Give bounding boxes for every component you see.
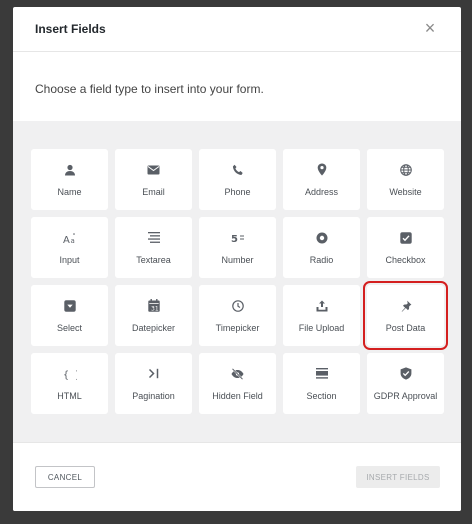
field-tile-name[interactable]: Name <box>31 149 108 210</box>
upload-icon <box>314 299 330 313</box>
text-size-icon: Aa <box>62 231 78 245</box>
field-tile-label: Post Data <box>385 322 426 333</box>
field-tile-label: HTML <box>57 390 82 401</box>
field-tile-label: Number <box>221 254 254 265</box>
pagination-icon <box>146 367 162 381</box>
section-icon <box>314 367 330 381</box>
modal-header: Insert Fields × <box>13 7 461 52</box>
shield-check-icon <box>398 367 414 381</box>
svg-text:{ }: { } <box>63 370 77 380</box>
radio-icon <box>314 231 330 245</box>
field-tile-timepicker[interactable]: Timepicker <box>199 285 276 346</box>
field-tile-pagination[interactable]: Pagination <box>115 353 192 414</box>
field-tile-label: Timepicker <box>215 322 260 333</box>
field-tile-label: Select <box>56 322 82 333</box>
field-tile-radio[interactable]: Radio <box>283 217 360 278</box>
insert-fields-modal: Insert Fields × Choose a field type to i… <box>13 7 461 511</box>
field-tile-select[interactable]: Select <box>31 285 108 346</box>
phone-icon <box>230 163 246 177</box>
field-tile-label: Pagination <box>132 390 175 401</box>
field-tile-label: Checkbox <box>385 254 426 265</box>
calendar-icon: 31 <box>146 299 162 313</box>
envelope-icon <box>146 163 162 177</box>
field-tile-email[interactable]: Email <box>115 149 192 210</box>
cancel-button[interactable]: CANCEL <box>35 466 95 488</box>
field-tile-datepicker[interactable]: 31 Datepicker <box>115 285 192 346</box>
eye-slash-icon <box>230 367 246 381</box>
close-icon: × <box>424 17 436 38</box>
svg-text:a: a <box>70 237 74 244</box>
field-tile-label: File Upload <box>298 322 345 333</box>
insert-fields-button[interactable]: INSERT FIELDS <box>356 466 440 488</box>
field-tile-label: Email <box>142 186 165 197</box>
clock-icon <box>230 299 246 313</box>
field-tile-file-upload[interactable]: File Upload <box>283 285 360 346</box>
field-type-area: Name Email Phone Address Website Aa Input Texta… <box>13 121 461 442</box>
number-icon: 5 <box>230 231 246 245</box>
globe-icon <box>398 163 414 177</box>
intro-text: Choose a field type to insert into your … <box>35 82 264 96</box>
dropdown-icon <box>62 299 78 313</box>
field-tile-label: Address <box>304 186 339 197</box>
field-tile-hidden-field[interactable]: Hidden Field <box>199 353 276 414</box>
field-tile-label: Radio <box>309 254 334 265</box>
field-tile-label: GDPR Approval <box>373 390 438 401</box>
field-tile-label: Textarea <box>136 254 171 265</box>
intro-section: Choose a field type to insert into your … <box>13 52 461 120</box>
field-type-grid: Name Email Phone Address Website Aa Input Texta… <box>31 149 448 414</box>
field-tile-label: Datepicker <box>131 322 176 333</box>
field-tile-section[interactable]: Section <box>283 353 360 414</box>
field-tile-post-data[interactable]: Post Data <box>363 281 448 350</box>
field-tile-label: Hidden Field <box>212 390 263 401</box>
field-tile-label: Section <box>306 390 337 401</box>
svg-text:5: 5 <box>231 234 238 243</box>
field-tile-label: Input <box>59 254 80 265</box>
checkbox-icon <box>398 231 414 245</box>
user-icon <box>62 163 78 177</box>
modal-title: Insert Fields <box>35 22 106 36</box>
close-button[interactable]: × <box>419 17 441 39</box>
field-tile-label: Phone <box>224 186 251 197</box>
field-tile-phone[interactable]: Phone <box>199 149 276 210</box>
field-tile-number[interactable]: 5 Number <box>199 217 276 278</box>
field-tile-label: Name <box>57 186 82 197</box>
svg-text:31: 31 <box>151 306 159 312</box>
map-pin-icon <box>314 163 330 177</box>
field-tile-textarea[interactable]: Textarea <box>115 217 192 278</box>
field-tile-input[interactable]: Aa Input <box>31 217 108 278</box>
field-tile-address[interactable]: Address <box>283 149 360 210</box>
field-tile-checkbox[interactable]: Checkbox <box>367 217 444 278</box>
svg-text:A: A <box>63 235 70 244</box>
field-tile-label: Website <box>389 186 422 197</box>
braces-icon: { } <box>62 367 78 381</box>
field-tile-gdpr-approval[interactable]: GDPR Approval <box>367 353 444 414</box>
pushpin-icon <box>398 299 414 313</box>
text-lines-icon <box>146 231 162 245</box>
field-tile-website[interactable]: Website <box>367 149 444 210</box>
modal-footer: CANCEL INSERT FIELDS <box>13 442 461 511</box>
field-tile-html[interactable]: { } HTML <box>31 353 108 414</box>
